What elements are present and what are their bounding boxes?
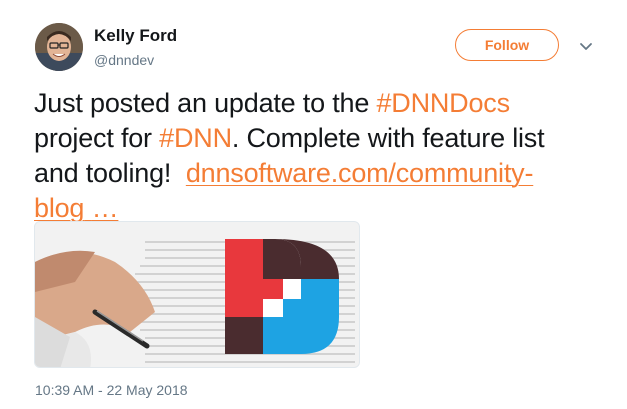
author-name[interactable]: Kelly Ford — [94, 26, 177, 46]
follow-button[interactable]: Follow — [455, 29, 559, 61]
profile-photo-icon — [35, 23, 83, 71]
hashtag-link[interactable]: #DNN — [159, 123, 232, 153]
chevron-down-icon — [580, 43, 592, 50]
tweet-text-segment: project for — [34, 123, 160, 153]
more-options-button[interactable] — [578, 38, 594, 54]
tweet-text: Just posted an update to the #DNNDocs pr… — [34, 86, 594, 226]
hashtag-link[interactable]: #DNNDocs — [376, 88, 510, 118]
media-image — [35, 222, 359, 367]
media-card[interactable] — [34, 221, 360, 368]
tweet-timestamp[interactable]: 10:39 AM - 22 May 2018 — [35, 382, 188, 398]
dnn-logo-icon — [225, 239, 339, 354]
tweet-card: Kelly Ford @dnndev Follow Just posted an… — [0, 0, 627, 409]
tweet-text-segment: Just posted an update to the — [34, 88, 377, 118]
author-handle[interactable]: @dnndev — [94, 52, 154, 68]
url-ellipsis: … — [91, 193, 119, 223]
avatar[interactable] — [35, 23, 83, 71]
